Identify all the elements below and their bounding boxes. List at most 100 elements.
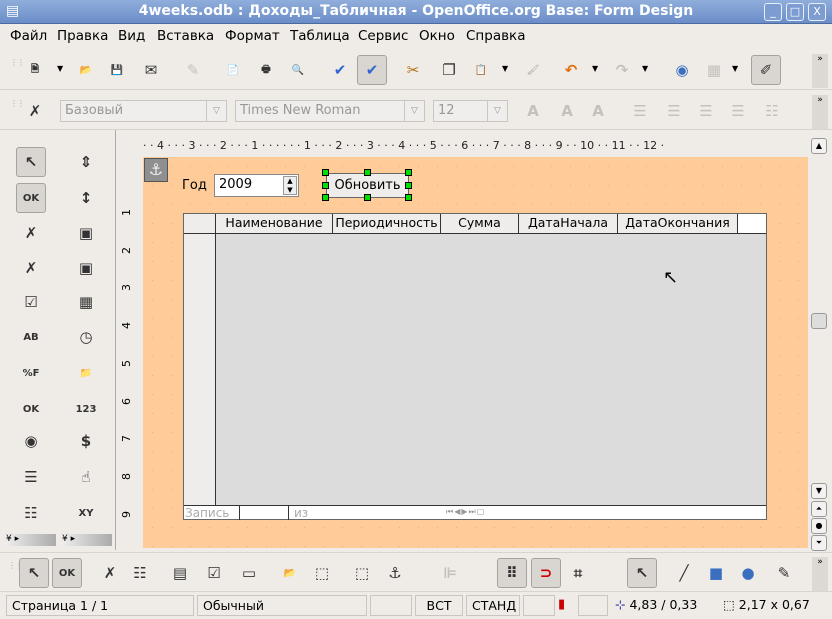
line-icon[interactable]: ╱: [672, 561, 696, 585]
bold-icon[interactable]: A: [521, 99, 545, 123]
paragraph-style-combo[interactable]: Базовый ▽: [60, 100, 227, 122]
toolbox-more-icon[interactable]: ¥ ▸: [62, 534, 112, 546]
automatic-control-focus-icon[interactable]: ⬚: [310, 561, 334, 585]
selection-handle[interactable]: [322, 169, 329, 176]
navigation-icon[interactable]: ●: [811, 518, 827, 534]
combo-box-icon[interactable]: ☷: [19, 501, 43, 525]
align-right-icon[interactable]: ☰: [694, 99, 718, 123]
menu-3[interactable]: Вставка: [157, 28, 214, 44]
print-icon[interactable]: 🖶: [254, 58, 278, 82]
column-header[interactable]: ДатаОкончания: [618, 214, 738, 233]
pattern-field-icon[interactable]: ☝: [74, 465, 98, 489]
menu-8[interactable]: Справка: [466, 28, 525, 44]
time-field-icon[interactable]: ◷: [74, 325, 98, 349]
menu-2[interactable]: Вид: [118, 28, 145, 44]
menu-6[interactable]: Сервис: [358, 28, 408, 44]
open-design-mode-icon[interactable]: 📂: [278, 561, 302, 585]
grid-icon[interactable]: ⠿: [497, 558, 527, 588]
record-number-field[interactable]: [239, 506, 289, 520]
paste-icon[interactable]: 📋: [469, 58, 493, 82]
checkbox-icon[interactable]: ☑: [19, 290, 43, 314]
save-icon[interactable]: 💾: [105, 58, 129, 82]
cut-icon[interactable]: ✂: [401, 58, 425, 82]
menu-1[interactable]: Правка: [57, 28, 108, 44]
menu-5[interactable]: Таблица: [290, 28, 350, 44]
button-ok-icon[interactable]: OK: [19, 397, 43, 421]
dropdown-arrow-icon[interactable]: ▼: [57, 64, 63, 73]
next-page-icon[interactable]: ⏷: [811, 535, 827, 551]
position-size-icon[interactable]: ⬚: [350, 561, 374, 585]
new-document-icon[interactable]: 🗎: [23, 58, 47, 82]
insert-mode[interactable]: ВСТ: [415, 595, 463, 616]
anchor-icon[interactable]: ⚓: [383, 561, 407, 585]
control-properties-icon[interactable]: ✗: [19, 256, 43, 280]
select-icon[interactable]: ↖: [16, 147, 46, 177]
spin-arrows-icon[interactable]: ▲ ▼: [283, 176, 297, 195]
chevron-down-icon[interactable]: ▽: [487, 101, 507, 121]
control-properties-icon[interactable]: ✗: [98, 561, 122, 585]
image-control-icon[interactable]: ▣: [74, 256, 98, 280]
scroll-thumb[interactable]: [811, 313, 827, 329]
selection-handle[interactable]: [405, 182, 412, 189]
column-header[interactable]: Сумма: [441, 214, 519, 233]
toolbar-handle[interactable]: ⋮⋮: [10, 99, 25, 108]
justify-icon[interactable]: ☰: [726, 99, 750, 123]
dropdown-arrow-icon[interactable]: ▼: [502, 64, 508, 73]
font-name-combo[interactable]: Times New Roman ▽: [235, 100, 425, 122]
toolbar-handle[interactable]: ⋮⋮: [10, 58, 25, 67]
selection-handle[interactable]: [322, 182, 329, 189]
form-design-icon[interactable]: ✗: [23, 99, 47, 123]
export-pdf-icon[interactable]: 📄: [221, 58, 245, 82]
column-header[interactable]: Периодичность: [333, 214, 441, 233]
align-icon[interactable]: ⊫: [438, 561, 462, 585]
formatted-field-icon[interactable]: %F: [19, 361, 43, 385]
rectangle-icon[interactable]: ■: [704, 561, 728, 585]
page-style[interactable]: Обычный: [197, 595, 367, 616]
font-size-combo[interactable]: 12 ▽: [433, 100, 508, 122]
edit-file-icon[interactable]: ✎: [181, 58, 205, 82]
undo-icon[interactable]: ↶: [559, 58, 583, 82]
toolbar-overflow-icon[interactable]: »: [812, 54, 828, 88]
toolbox-more-icon[interactable]: ¥ ▸: [6, 534, 56, 546]
italic-icon[interactable]: A: [555, 99, 579, 123]
spin-button-icon[interactable]: ⇕: [74, 150, 98, 174]
option-button-icon[interactable]: ◉: [19, 429, 43, 453]
record-nav-buttons-icon[interactable]: ⏮◀▶⏭▢: [446, 507, 485, 517]
select-icon[interactable]: ↖: [19, 558, 49, 588]
scroll-down-icon[interactable]: ▼: [811, 483, 827, 499]
open-folder-icon[interactable]: 📂: [74, 58, 98, 82]
form-design-icon[interactable]: ✗: [19, 221, 43, 245]
year-spin-field[interactable]: 2009 ▲ ▼: [214, 174, 299, 197]
table-body[interactable]: [216, 233, 766, 505]
hyperlink-mode[interactable]: [523, 595, 555, 616]
spellcheck-icon[interactable]: ✔: [328, 58, 352, 82]
numbering-icon[interactable]: ☷: [760, 99, 784, 123]
push-button-icon[interactable]: OK: [16, 183, 46, 213]
table-control-icon[interactable]: ▦: [74, 290, 98, 314]
text-box-icon[interactable]: AB: [19, 325, 43, 349]
page-preview-icon[interactable]: 🔍: [286, 58, 310, 82]
form-navigator-icon[interactable]: ▤: [168, 561, 192, 585]
file-selection-icon[interactable]: 📁: [74, 361, 98, 385]
selection-handle[interactable]: [364, 194, 371, 201]
table-control[interactable]: Наименование Периодичность Сумма ДатаНачала…: [183, 213, 767, 520]
copy-icon[interactable]: ❐: [437, 58, 461, 82]
group-box-icon[interactable]: XY: [74, 501, 98, 525]
dropdown-arrow-icon[interactable]: ▼: [732, 64, 738, 73]
format-paintbrush-icon[interactable]: 🖌: [521, 58, 545, 82]
selection-handle[interactable]: [364, 169, 371, 176]
ellipse-icon[interactable]: ●: [736, 561, 760, 585]
toolbar-overflow-icon[interactable]: »: [812, 557, 828, 591]
column-header[interactable]: Наименование: [216, 214, 333, 233]
freeform-icon[interactable]: ✎: [772, 561, 796, 585]
scroll-up-icon[interactable]: ▲: [811, 138, 827, 154]
selection-handle[interactable]: [405, 169, 412, 176]
selection-handle[interactable]: [322, 194, 329, 201]
vertical-scrollbar[interactable]: ▲ ▼ ⏶ ● ⏷: [810, 137, 828, 551]
column-header[interactable]: ДатаНачала: [519, 214, 618, 233]
design-mode-icon[interactable]: ✐: [751, 55, 781, 85]
push-button-icon[interactable]: OK: [52, 558, 82, 588]
align-center-icon[interactable]: ☰: [662, 99, 686, 123]
list-box-icon[interactable]: ☰: [19, 465, 43, 489]
maximize-button[interactable]: □: [786, 3, 804, 21]
